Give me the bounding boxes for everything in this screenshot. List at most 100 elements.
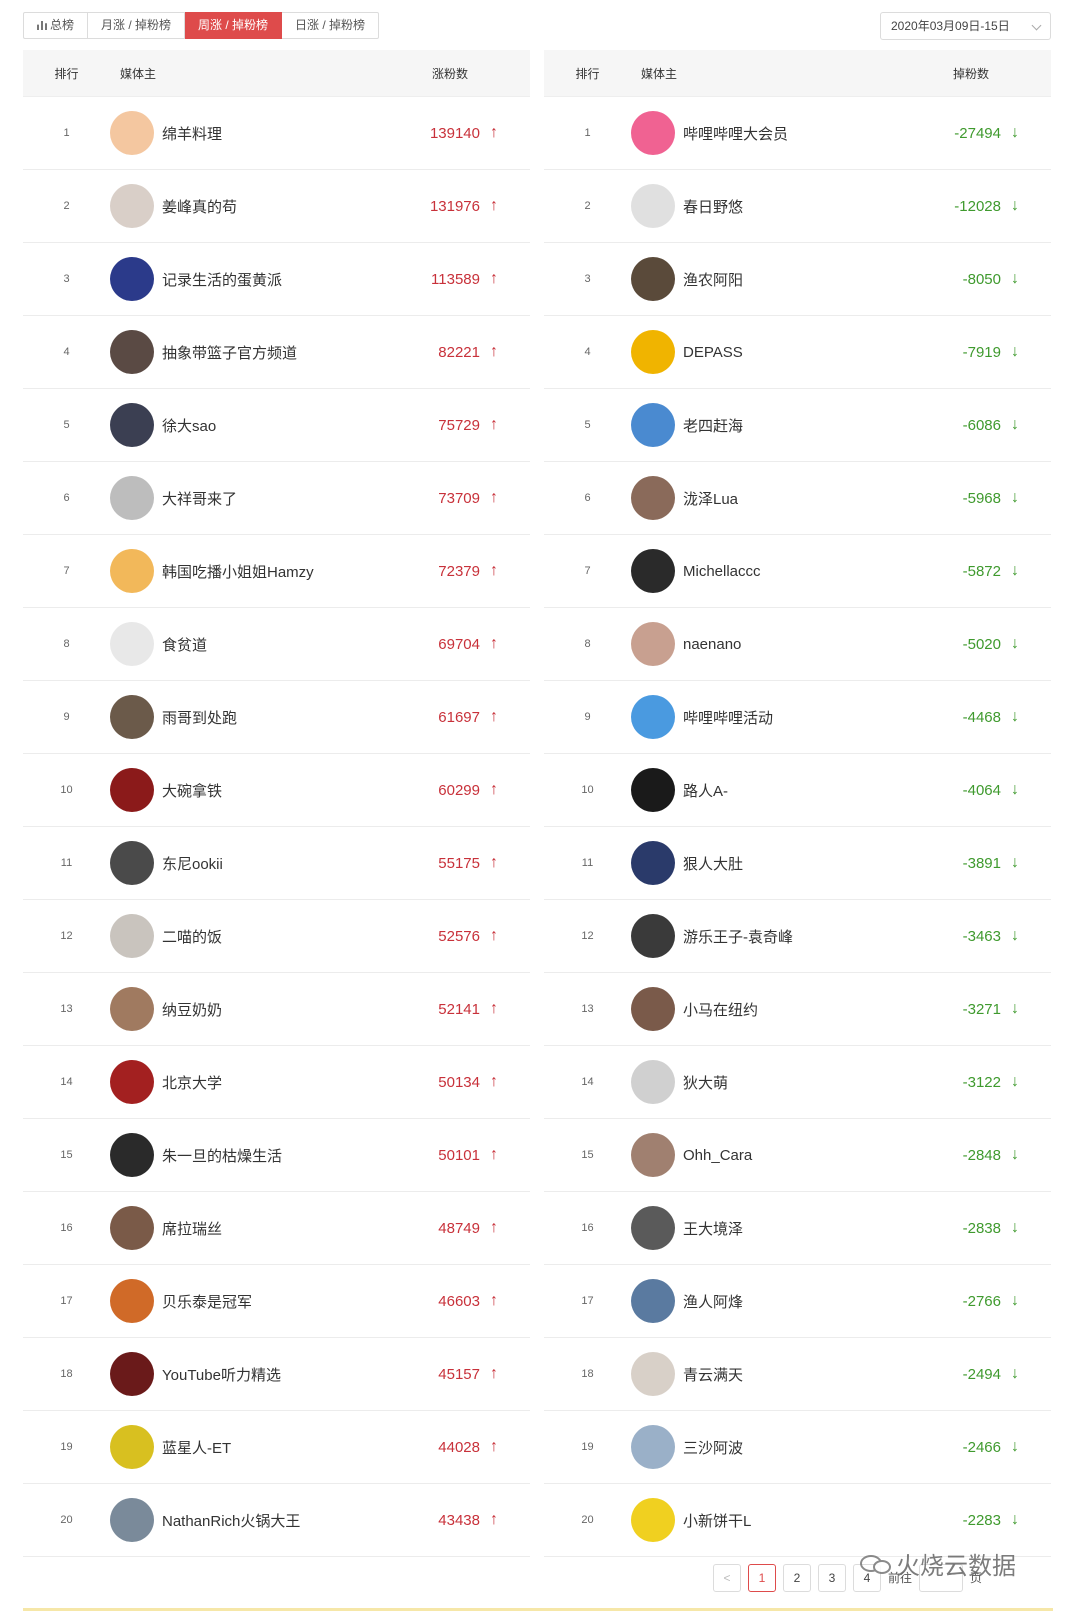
- media-name[interactable]: YouTube听力精选: [154, 1364, 400, 1385]
- media-name[interactable]: 老四赶海: [675, 415, 921, 436]
- avatar[interactable]: [631, 403, 675, 447]
- avatar[interactable]: [631, 914, 675, 958]
- media-name[interactable]: Ohh_Cara: [675, 1147, 921, 1164]
- table-row[interactable]: 3 记录生活的蛋黄派 113589 ↑: [23, 243, 530, 316]
- table-row[interactable]: 2 春日野悠 -12028 ↓: [544, 170, 1051, 243]
- avatar[interactable]: [110, 257, 154, 301]
- tab-weekly[interactable]: 周涨 / 掉粉榜: [185, 12, 283, 39]
- media-name[interactable]: 抽象带篮子官方频道: [154, 342, 400, 363]
- media-name[interactable]: 渔人阿烽: [675, 1291, 921, 1312]
- table-row[interactable]: 16 席拉瑞丝 48749 ↑: [23, 1192, 530, 1265]
- table-row[interactable]: 15 朱一旦的枯燥生活 50101 ↑: [23, 1119, 530, 1192]
- media-name[interactable]: 春日野悠: [675, 196, 921, 217]
- table-row[interactable]: 14 狄大萌 -3122 ↓: [544, 1046, 1051, 1119]
- avatar[interactable]: [631, 1352, 675, 1396]
- table-row[interactable]: 18 青云满天 -2494 ↓: [544, 1338, 1051, 1411]
- media-name[interactable]: 泷泽Lua: [675, 488, 921, 509]
- avatar[interactable]: [631, 1206, 675, 1250]
- tab-total[interactable]: 总榜: [23, 12, 89, 39]
- avatar[interactable]: [631, 549, 675, 593]
- table-row[interactable]: 1 绵羊料理 139140 ↑: [23, 97, 530, 170]
- avatar[interactable]: [110, 841, 154, 885]
- table-row[interactable]: 11 东尼ookii 55175 ↑: [23, 827, 530, 900]
- table-row[interactable]: 2 姜峰真的苟 131976 ↑: [23, 170, 530, 243]
- media-name[interactable]: 席拉瑞丝: [154, 1218, 400, 1239]
- media-name[interactable]: naenano: [675, 636, 921, 653]
- media-name[interactable]: 贝乐泰是冠军: [154, 1291, 400, 1312]
- page-button-3[interactable]: 3: [818, 1564, 846, 1592]
- table-row[interactable]: 15 Ohh_Cara -2848 ↓: [544, 1119, 1051, 1192]
- avatar[interactable]: [110, 330, 154, 374]
- table-row[interactable]: 10 大碗拿铁 60299 ↑: [23, 754, 530, 827]
- table-row[interactable]: 17 渔人阿烽 -2766 ↓: [544, 1265, 1051, 1338]
- table-row[interactable]: 11 狠人大肚 -3891 ↓: [544, 827, 1051, 900]
- media-name[interactable]: 雨哥到处跑: [154, 707, 400, 728]
- table-row[interactable]: 6 泷泽Lua -5968 ↓: [544, 462, 1051, 535]
- media-name[interactable]: 东尼ookii: [154, 853, 400, 874]
- avatar[interactable]: [110, 1498, 154, 1542]
- avatar[interactable]: [110, 914, 154, 958]
- table-row[interactable]: 7 韩国吃播小姐姐Hamzy 72379 ↑: [23, 535, 530, 608]
- avatar[interactable]: [631, 841, 675, 885]
- avatar[interactable]: [110, 184, 154, 228]
- media-name[interactable]: 小马在纽约: [675, 999, 921, 1020]
- media-name[interactable]: 大祥哥来了: [154, 488, 400, 509]
- avatar[interactable]: [110, 622, 154, 666]
- table-row[interactable]: 12 二喵的饭 52576 ↑: [23, 900, 530, 973]
- table-row[interactable]: 18 YouTube听力精选 45157 ↑: [23, 1338, 530, 1411]
- avatar[interactable]: [631, 257, 675, 301]
- avatar[interactable]: [110, 1425, 154, 1469]
- table-row[interactable]: 1 哔哩哔哩大会员 -27494 ↓: [544, 97, 1051, 170]
- avatar[interactable]: [631, 1498, 675, 1542]
- table-row[interactable]: 17 贝乐泰是冠军 46603 ↑: [23, 1265, 530, 1338]
- table-row[interactable]: 14 北京大学 50134 ↑: [23, 1046, 530, 1119]
- date-range-select[interactable]: 2020年03月09日-15日: [880, 12, 1051, 40]
- media-name[interactable]: 纳豆奶奶: [154, 999, 400, 1020]
- media-name[interactable]: 绵羊料理: [154, 123, 400, 144]
- page-button-1[interactable]: 1: [748, 1564, 776, 1592]
- avatar[interactable]: [631, 111, 675, 155]
- media-name[interactable]: Michellaccc: [675, 563, 921, 580]
- media-name[interactable]: 二喵的饭: [154, 926, 400, 947]
- avatar[interactable]: [110, 1206, 154, 1250]
- page-button-2[interactable]: 2: [783, 1564, 811, 1592]
- avatar[interactable]: [110, 987, 154, 1031]
- media-name[interactable]: 狄大萌: [675, 1072, 921, 1093]
- tab-daily[interactable]: 日涨 / 掉粉榜: [282, 12, 380, 39]
- media-name[interactable]: 食贫道: [154, 634, 400, 655]
- media-name[interactable]: NathanRich火锅大王: [154, 1510, 400, 1531]
- media-name[interactable]: 哔哩哔哩大会员: [675, 123, 921, 144]
- table-row[interactable]: 5 老四赶海 -6086 ↓: [544, 389, 1051, 462]
- table-row[interactable]: 19 三沙阿波 -2466 ↓: [544, 1411, 1051, 1484]
- avatar[interactable]: [631, 695, 675, 739]
- avatar[interactable]: [110, 695, 154, 739]
- avatar[interactable]: [631, 1279, 675, 1323]
- table-row[interactable]: 19 蓝星人-ET 44028 ↑: [23, 1411, 530, 1484]
- table-row[interactable]: 8 食贫道 69704 ↑: [23, 608, 530, 681]
- table-row[interactable]: 6 大祥哥来了 73709 ↑: [23, 462, 530, 535]
- avatar[interactable]: [631, 476, 675, 520]
- table-row[interactable]: 9 雨哥到处跑 61697 ↑: [23, 681, 530, 754]
- table-row[interactable]: 8 naenano -5020 ↓: [544, 608, 1051, 681]
- media-name[interactable]: DEPASS: [675, 344, 921, 361]
- avatar[interactable]: [110, 403, 154, 447]
- avatar[interactable]: [110, 1060, 154, 1104]
- table-row[interactable]: 7 Michellaccc -5872 ↓: [544, 535, 1051, 608]
- table-row[interactable]: 20 NathanRich火锅大王 43438 ↑: [23, 1484, 530, 1557]
- table-row[interactable]: 13 小马在纽约 -3271 ↓: [544, 973, 1051, 1046]
- table-row[interactable]: 16 王大境泽 -2838 ↓: [544, 1192, 1051, 1265]
- avatar[interactable]: [110, 1279, 154, 1323]
- media-name[interactable]: 渔农阿阳: [675, 269, 921, 290]
- media-name[interactable]: 北京大学: [154, 1072, 400, 1093]
- table-row[interactable]: 13 纳豆奶奶 52141 ↑: [23, 973, 530, 1046]
- media-name[interactable]: 路人A-: [675, 780, 921, 801]
- table-row[interactable]: 5 徐大sao 75729 ↑: [23, 389, 530, 462]
- media-name[interactable]: 狠人大肚: [675, 853, 921, 874]
- media-name[interactable]: 王大境泽: [675, 1218, 921, 1239]
- media-name[interactable]: 蓝星人-ET: [154, 1437, 400, 1458]
- media-name[interactable]: 哔哩哔哩活动: [675, 707, 921, 728]
- media-name[interactable]: 三沙阿波: [675, 1437, 921, 1458]
- media-name[interactable]: 小新饼干L: [675, 1510, 921, 1531]
- avatar[interactable]: [631, 1133, 675, 1177]
- media-name[interactable]: 青云满天: [675, 1364, 921, 1385]
